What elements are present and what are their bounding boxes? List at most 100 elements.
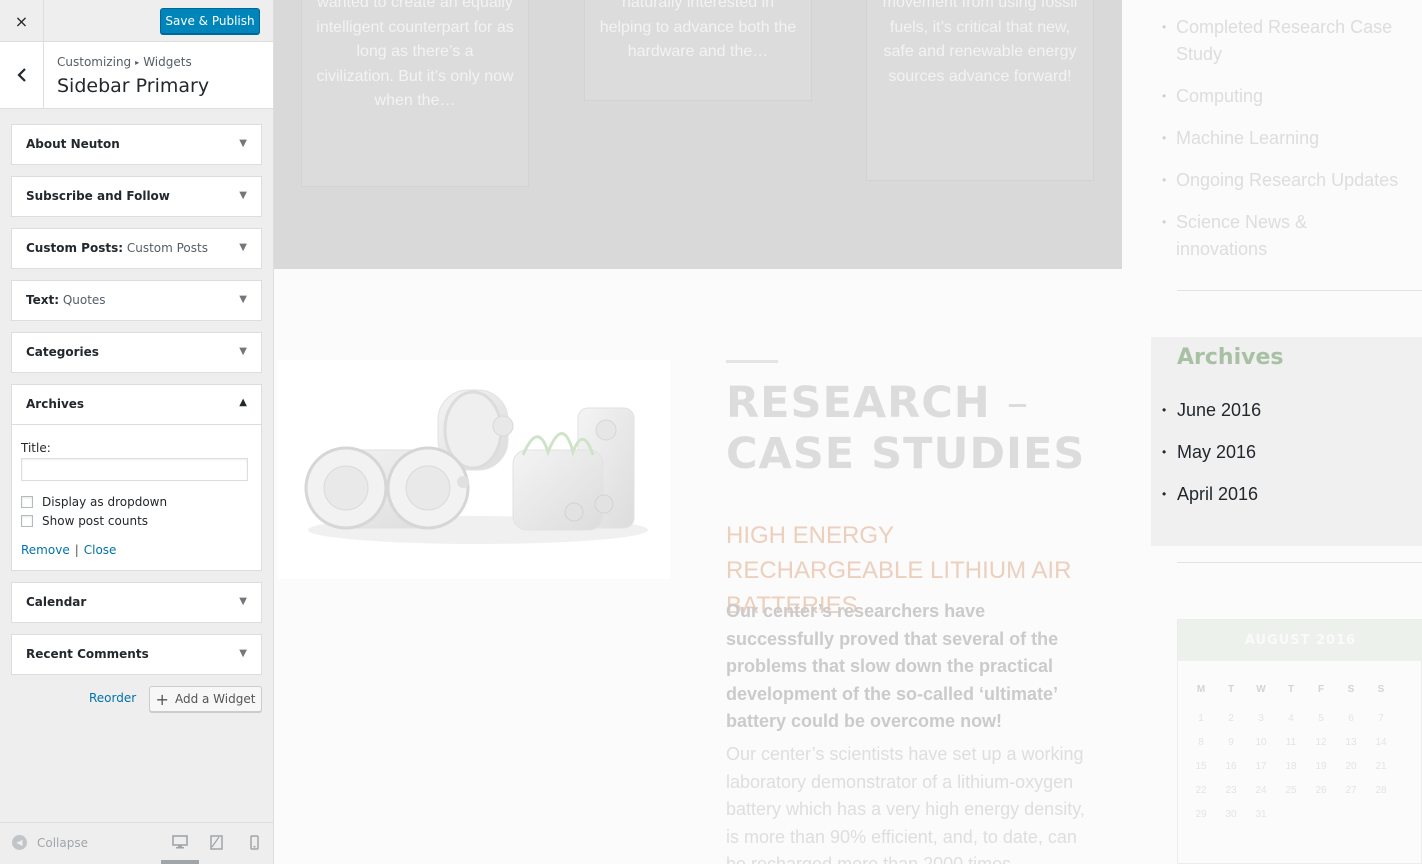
calendar-day[interactable]: 5 <box>1306 713 1336 724</box>
calendar-day[interactable]: 16 <box>1216 761 1246 772</box>
breadcrumb: Customizing ▸ Widgets <box>57 55 192 69</box>
tablet-preview-icon[interactable] <box>210 835 223 854</box>
calendar-day[interactable]: 27 <box>1336 785 1366 796</box>
calendar-day[interactable]: 17 <box>1246 761 1276 772</box>
archive-item[interactable]: • May 2016 <box>1162 442 1256 463</box>
expand-arrow-icon[interactable]: ▼ <box>239 648 247 659</box>
calendar-day[interactable]: 25 <box>1276 785 1306 796</box>
widget-subscribe-follow[interactable]: Subscribe and Follow ▼ <box>11 176 262 217</box>
calendar-day[interactable]: 2 <box>1216 713 1246 724</box>
calendar-weekday: F <box>1317 684 1325 695</box>
expand-arrow-icon[interactable]: ▼ <box>239 294 247 305</box>
post-card: movement from using fossil fuels, it’s c… <box>866 0 1094 181</box>
calendar-day[interactable]: 18 <box>1276 761 1306 772</box>
calendar-day[interactable]: 1 <box>1186 713 1216 724</box>
calendar-day[interactable]: 20 <box>1336 761 1366 772</box>
reorder-link[interactable]: Reorder <box>89 691 136 705</box>
show-counts-label[interactable]: Show post counts <box>42 514 148 528</box>
customizer-footer: ◀ Collapse <box>0 822 273 864</box>
calendar-day[interactable]: 13 <box>1336 737 1366 748</box>
back-arrow-icon[interactable] <box>0 42 44 108</box>
widget-title: Categories <box>26 345 99 359</box>
display-dropdown-option: Display as dropdown <box>21 495 167 509</box>
breadcrumb-separator-icon: ▸ <box>135 58 140 67</box>
widget-about-neuton[interactable]: About Neuton ▼ <box>11 124 262 165</box>
calendar-day[interactable]: 10 <box>1246 737 1276 748</box>
widget-actions: Remove | Close <box>21 543 116 557</box>
preview-overlay-section: wanted to create an equally intelligent … <box>274 0 1122 269</box>
panel-title: Sidebar Primary <box>57 75 210 97</box>
post-card: wanted to create an equally intelligent … <box>301 0 529 187</box>
plus-icon: + <box>155 689 169 709</box>
calendar-weekday-row: MTWTFSS <box>1194 684 1419 704</box>
close-link[interactable]: Close <box>84 543 117 557</box>
calendar-day[interactable]: 26 <box>1306 785 1336 796</box>
calendar-weekday: T <box>1227 684 1235 695</box>
title-field-label: Title: <box>21 441 51 455</box>
collapse-arrow-icon[interactable]: ▲ <box>239 397 247 408</box>
calendar-day[interactable]: 23 <box>1216 785 1246 796</box>
add-widget-label: Add a Widget <box>174 692 256 706</box>
expand-arrow-icon[interactable]: ▼ <box>239 346 247 357</box>
calendar-day[interactable]: 11 <box>1276 737 1306 748</box>
calendar-weekday: M <box>1196 684 1206 695</box>
widget-title: Calendar <box>26 595 87 609</box>
remove-link[interactable]: Remove <box>21 543 70 557</box>
display-dropdown-checkbox[interactable] <box>21 496 33 508</box>
show-counts-option: Show post counts <box>21 514 148 528</box>
widget-title: About Neuton <box>26 137 120 151</box>
calendar-day[interactable]: 8 <box>1186 737 1216 748</box>
widget-title: Text: Quotes <box>26 293 106 307</box>
expand-arrow-icon[interactable]: ▼ <box>239 138 247 149</box>
post-title-line2: CASE STUDIES <box>726 429 1086 479</box>
calendar-day[interactable]: 4 <box>1276 713 1306 724</box>
post-card: naturally interested in helping to advan… <box>584 0 812 101</box>
show-counts-checkbox[interactable] <box>21 515 33 527</box>
calendar-day[interactable]: 15 <box>1186 761 1216 772</box>
collapse-button[interactable]: ◀ Collapse <box>12 835 88 850</box>
mobile-preview-icon[interactable] <box>250 835 259 854</box>
calendar-day[interactable]: 7 <box>1366 713 1396 724</box>
title-input[interactable] <box>21 458 248 481</box>
post-title-dash: – <box>1006 378 1030 428</box>
calendar-day[interactable]: 29 <box>1186 809 1216 820</box>
widget-text-quotes[interactable]: Text: Quotes ▼ <box>11 280 262 321</box>
calendar-day[interactable]: 6 <box>1336 713 1366 724</box>
calendar-day[interactable]: 24 <box>1246 785 1276 796</box>
calendar-day[interactable]: 28 <box>1366 785 1396 796</box>
display-dropdown-label[interactable]: Display as dropdown <box>42 495 167 509</box>
post-title[interactable]: RESEARCH – CASE STUDIES <box>726 378 1086 480</box>
calendar-day[interactable]: 9 <box>1216 737 1246 748</box>
calendar-day[interactable]: 14 <box>1366 737 1396 748</box>
post-card-excerpt: naturally interested in helping to advan… <box>599 0 797 60</box>
post-card-excerpt: movement from using fossil fuels, it’s c… <box>882 0 1078 85</box>
calendar-day[interactable]: 22 <box>1186 785 1216 796</box>
calendar-weekday: W <box>1256 684 1266 695</box>
close-icon[interactable]: × <box>0 0 44 42</box>
expand-arrow-icon[interactable]: ▼ <box>239 596 247 607</box>
archive-item[interactable]: • April 2016 <box>1162 484 1258 505</box>
expand-arrow-icon[interactable]: ▼ <box>239 242 247 253</box>
post-card-excerpt: wanted to create an equally intelligent … <box>316 0 514 109</box>
widget-custom-posts[interactable]: Custom Posts: Custom Posts ▼ <box>11 228 262 269</box>
section-header: Customizing ▸ Widgets Sidebar Primary <box>0 42 273 109</box>
widget-title: Recent Comments <box>26 647 149 661</box>
breadcrumb-section: Widgets <box>143 55 192 69</box>
calendar-day[interactable]: 30 <box>1216 809 1246 820</box>
widget-calendar[interactable]: Calendar ▼ <box>11 582 262 623</box>
calendar-week-row: 1234567 <box>1194 713 1419 733</box>
add-widget-button[interactable]: + Add a Widget <box>149 686 262 712</box>
calendar-day[interactable]: 19 <box>1306 761 1336 772</box>
archive-item[interactable]: • June 2016 <box>1162 400 1261 421</box>
expand-arrow-icon[interactable]: ▼ <box>239 190 247 201</box>
save-publish-button[interactable]: Save & Publish <box>160 8 260 34</box>
batteries-image <box>278 360 670 579</box>
desktop-preview-icon[interactable] <box>172 835 188 853</box>
calendar-day[interactable]: 31 <box>1246 809 1276 820</box>
widget-archives-header[interactable]: Archives ▲ <box>12 385 261 425</box>
calendar-day[interactable]: 3 <box>1246 713 1276 724</box>
calendar-day[interactable]: 12 <box>1306 737 1336 748</box>
widget-categories[interactable]: Categories ▼ <box>11 332 262 373</box>
widget-recent-comments[interactable]: Recent Comments ▼ <box>11 634 262 675</box>
calendar-day[interactable]: 21 <box>1366 761 1396 772</box>
